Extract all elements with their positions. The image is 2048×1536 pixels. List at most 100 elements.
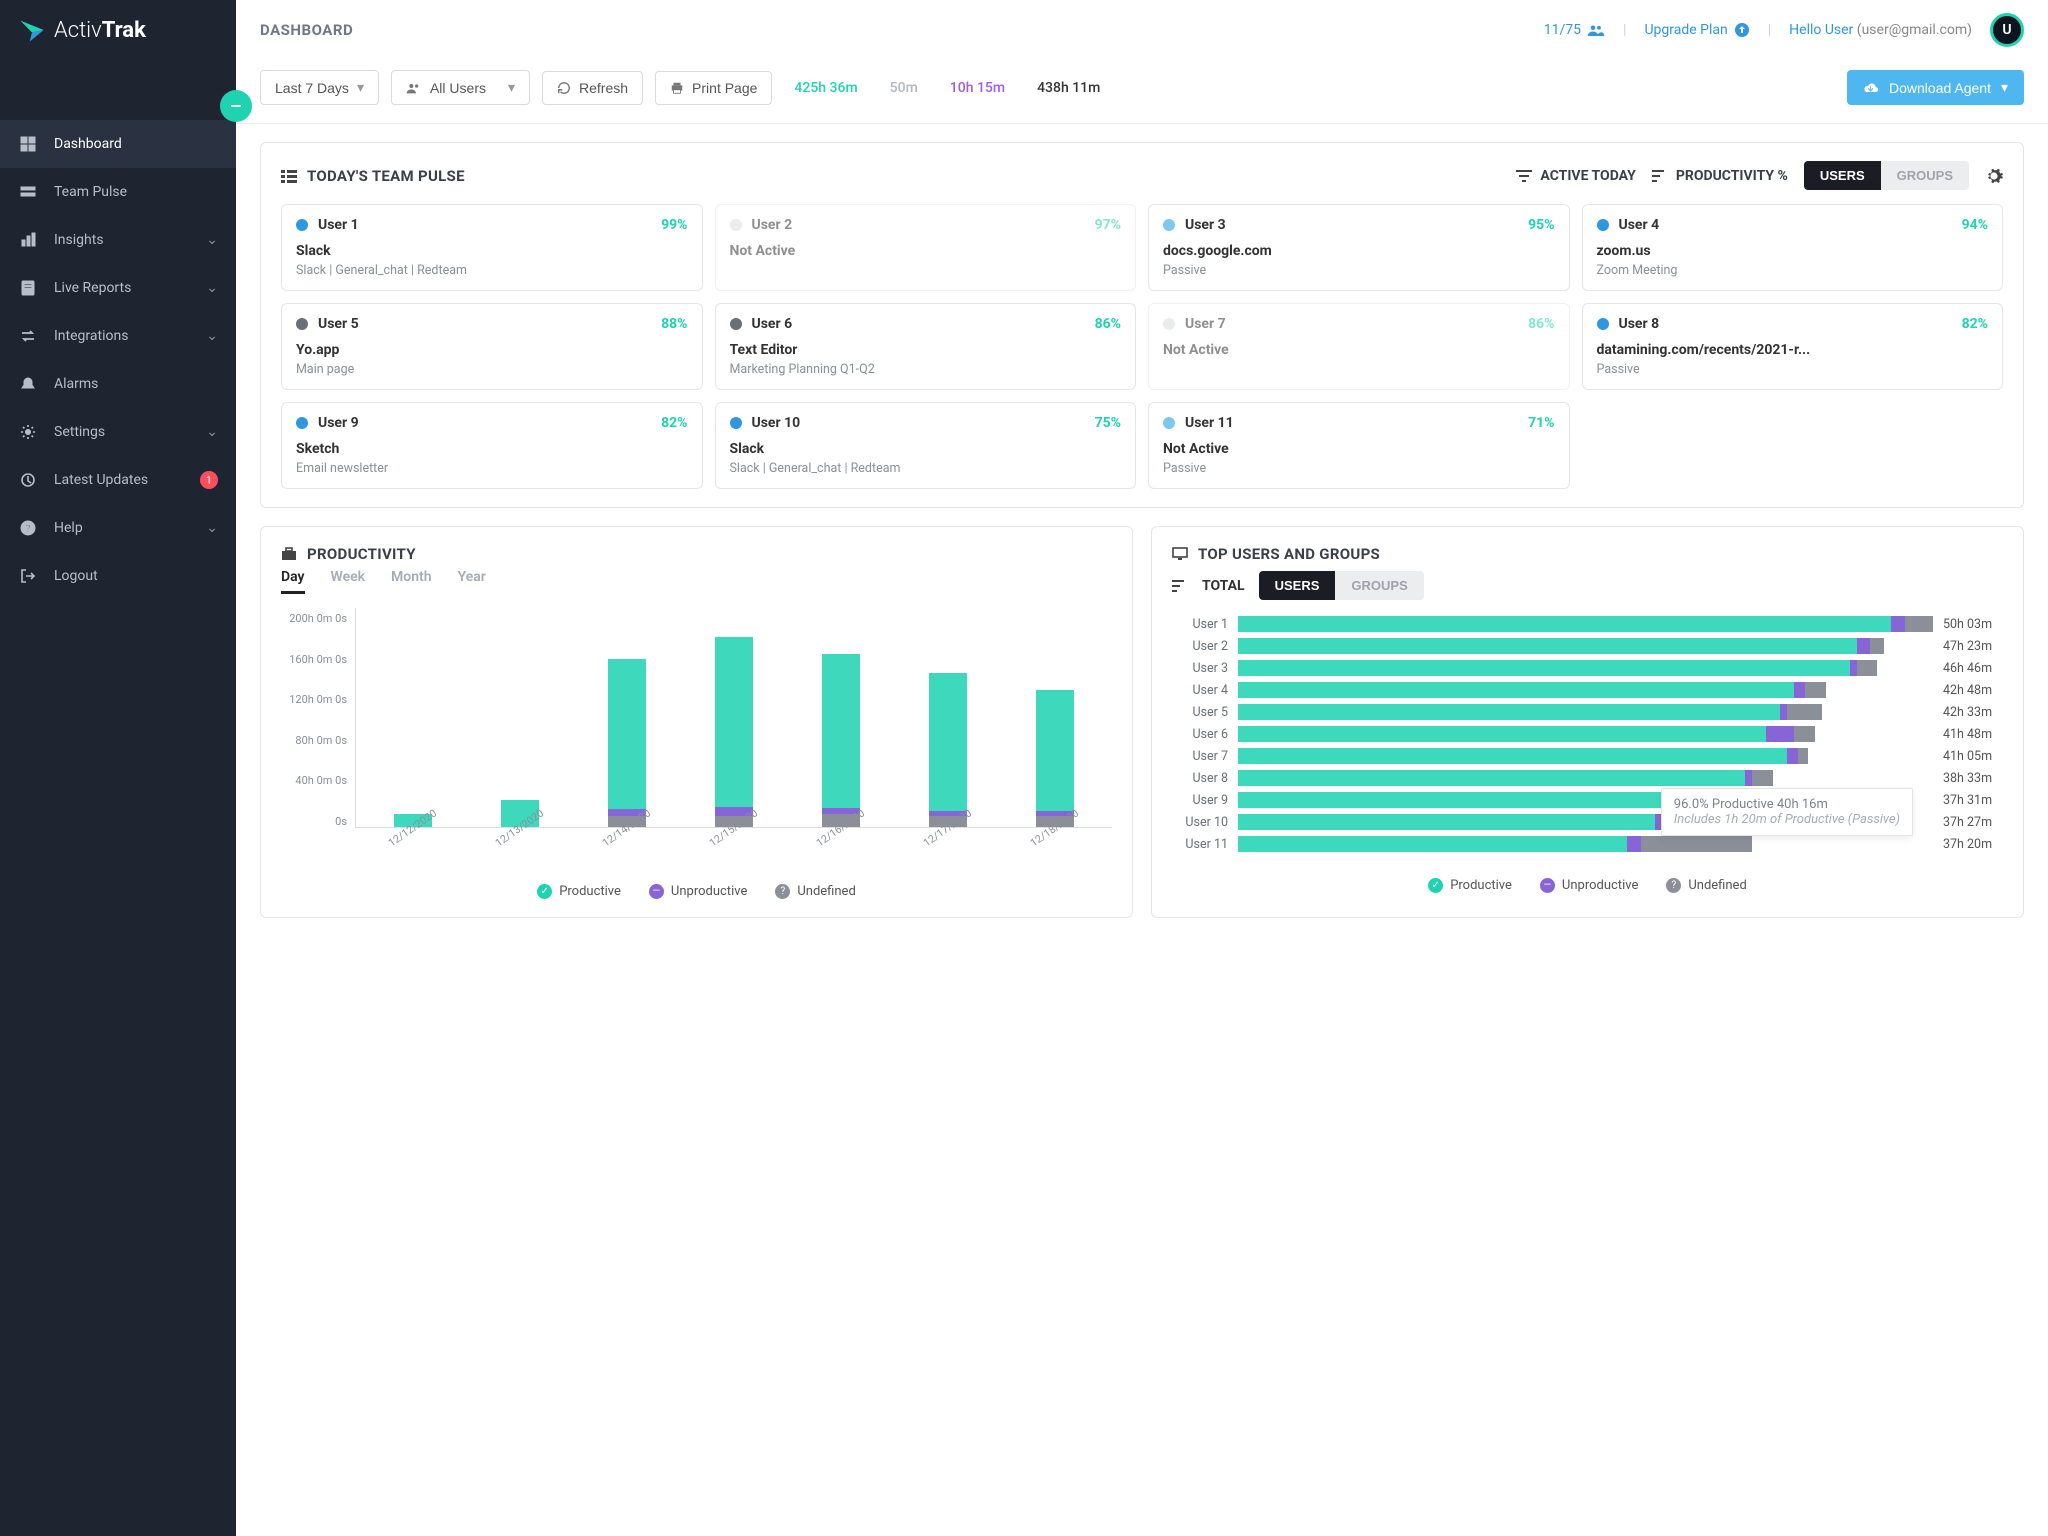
- user-card[interactable]: User 199%SlackSlack | General_chat | Red…: [281, 204, 703, 291]
- user-card[interactable]: User 982%SketchEmail newsletter: [281, 402, 703, 489]
- sidebar-item-latest-updates[interactable]: Latest Updates1: [0, 456, 236, 504]
- top-user-row[interactable]: User 542h 33m: [1172, 704, 2003, 720]
- chevron-down-icon: ⌄: [206, 424, 218, 440]
- chevron-down-icon: ⌄: [206, 520, 218, 536]
- logout-icon: [18, 566, 38, 586]
- svg-text:?: ?: [26, 524, 31, 535]
- top-user-row[interactable]: User 442h 48m: [1172, 682, 2003, 698]
- user-app: datamining.com/recents/2021-r...: [1597, 342, 1989, 358]
- user-name: User 6: [752, 316, 793, 332]
- users-icon: [1587, 23, 1605, 37]
- bar-column[interactable]: 12/15/2020: [687, 637, 780, 827]
- user-card[interactable]: User 588%Yo.appMain page: [281, 303, 703, 390]
- top-user-row[interactable]: User 1137h 20m: [1172, 836, 2003, 852]
- refresh-button[interactable]: Refresh: [542, 71, 643, 105]
- user-app: Not Active: [1163, 441, 1555, 457]
- user-card[interactable]: User 686%Text EditorMarketing Planning Q…: [715, 303, 1137, 390]
- legend-item[interactable]: ✓Productive: [1428, 878, 1512, 893]
- sidebar-collapse-button[interactable]: [220, 90, 252, 122]
- productivity-sort[interactable]: PRODUCTIVITY %: [1652, 168, 1788, 184]
- users-filter-select[interactable]: All Users▾: [391, 70, 530, 105]
- sidebar-item-help[interactable]: ?Help⌄: [0, 504, 236, 552]
- date-range-select[interactable]: Last 7 Days▾: [260, 70, 379, 105]
- updates-icon: [18, 470, 38, 490]
- bar-column[interactable]: 12/13/2020: [473, 800, 566, 828]
- productivity-panel: PRODUCTIVITY DayWeekMonthYear 200h 0m 0s…: [260, 526, 1133, 918]
- top-user-row[interactable]: User 247h 23m: [1172, 638, 2003, 654]
- legend-item[interactable]: —Unproductive: [649, 884, 747, 899]
- user-desc: Email newsletter: [296, 461, 688, 476]
- users-count-link[interactable]: 11/75: [1544, 22, 1605, 38]
- user-app: Text Editor: [730, 342, 1122, 358]
- chevron-down-icon: ⌄: [206, 280, 218, 296]
- sort-icon: [1172, 580, 1188, 592]
- status-dot: [1163, 318, 1175, 330]
- status-dot: [730, 417, 742, 429]
- user-card[interactable]: User 395%docs.google.comPassive: [1148, 204, 1570, 291]
- user-card[interactable]: User 882%datamining.com/recents/2021-r..…: [1582, 303, 2004, 390]
- top-user-row[interactable]: User 741h 05m: [1172, 748, 2003, 764]
- upgrade-plan-link[interactable]: Upgrade Plan: [1644, 22, 1749, 38]
- sidebar-item-insights[interactable]: Insights⌄: [0, 216, 236, 264]
- bar-column[interactable]: 12/17/2020: [902, 673, 995, 827]
- user-desc: Passive: [1597, 362, 1989, 377]
- sidebar-item-dashboard[interactable]: Dashboard: [0, 120, 236, 168]
- user-app: Not Active: [1163, 342, 1555, 358]
- toolbar: Last 7 Days▾ All Users▾ Refresh Print Pa…: [236, 60, 2048, 124]
- user-pct: 82%: [661, 415, 687, 431]
- sidebar-item-logout[interactable]: Logout: [0, 552, 236, 600]
- user-name: User 3: [1185, 217, 1226, 233]
- stat-unproductive: 10h 15m: [940, 72, 1015, 104]
- legend-item[interactable]: ?Undefined: [775, 884, 855, 899]
- sidebar-item-label: Settings: [54, 424, 105, 440]
- tab-year[interactable]: Year: [458, 569, 486, 594]
- tab-month[interactable]: Month: [391, 569, 432, 594]
- sidebar-item-alarms[interactable]: Alarms: [0, 360, 236, 408]
- insights-icon: [18, 230, 38, 250]
- top-users-toggle[interactable]: USERS GROUPS: [1259, 571, 1424, 600]
- sidebar-item-label: Team Pulse: [54, 184, 127, 200]
- tab-day[interactable]: Day: [281, 569, 305, 594]
- sidebar-item-settings[interactable]: Settings ⌄: [0, 408, 236, 456]
- status-dot: [1597, 318, 1609, 330]
- monitor-icon: [1172, 547, 1188, 561]
- chevron-down-icon: ⌄: [206, 232, 218, 248]
- greeting: Hello User (user@gmail.com): [1789, 22, 1972, 38]
- panel-settings-button[interactable]: [1985, 167, 2003, 185]
- user-card[interactable]: User 1171%Not ActivePassive: [1148, 402, 1570, 489]
- legend-item[interactable]: —Unproductive: [1540, 878, 1638, 893]
- sidebar-item-label: Dashboard: [54, 136, 122, 152]
- pulse-icon: [18, 182, 38, 202]
- download-agent-button[interactable]: Download Agent▾: [1847, 70, 2024, 105]
- bar-column[interactable]: 12/16/2020: [795, 654, 888, 827]
- chart-tooltip: 96.0% Productive 40h 16m Includes 1h 20m…: [1661, 788, 1913, 836]
- print-button[interactable]: Print Page: [655, 71, 772, 105]
- sidebar-item-team-pulse[interactable]: Team Pulse: [0, 168, 236, 216]
- top-user-row[interactable]: User 641h 48m: [1172, 726, 2003, 742]
- user-card[interactable]: User 297%Not Active: [715, 204, 1137, 291]
- top-user-row[interactable]: User 838h 33m: [1172, 770, 2003, 786]
- legend-item[interactable]: ?Undefined: [1666, 878, 1746, 893]
- bar-column[interactable]: 12/18/2020: [1009, 690, 1102, 828]
- sidebar-item-integrations[interactable]: Integrations⌄: [0, 312, 236, 360]
- sidebar-item-live-reports[interactable]: Live Reports⌄: [0, 264, 236, 312]
- total-label: TOTAL: [1202, 578, 1245, 594]
- stat-undefined: 50m: [880, 72, 928, 104]
- top-user-row[interactable]: User 150h 03m: [1172, 616, 2003, 632]
- avatar[interactable]: U: [1990, 13, 2024, 47]
- user-card[interactable]: User 494%zoom.usZoom Meeting: [1582, 204, 2004, 291]
- active-today-filter[interactable]: ACTIVE TODAY: [1516, 168, 1635, 184]
- bar-column[interactable]: 12/14/2020: [580, 659, 673, 827]
- help-icon: ?: [18, 518, 38, 538]
- user-card[interactable]: User 1075%SlackSlack | General_chat | Re…: [715, 402, 1137, 489]
- user-app: Yo.app: [296, 342, 688, 358]
- tab-week[interactable]: Week: [331, 569, 366, 594]
- upgrade-icon: [1734, 22, 1750, 38]
- user-name: User 5: [318, 316, 359, 332]
- users-groups-toggle[interactable]: USERS GROUPS: [1804, 161, 1969, 190]
- top-user-row[interactable]: User 346h 46m: [1172, 660, 2003, 676]
- bar-column[interactable]: 12/12/2020: [366, 814, 459, 827]
- legend-item[interactable]: ✓Productive: [537, 884, 621, 899]
- user-card[interactable]: User 786%Not Active: [1148, 303, 1570, 390]
- user-pct: 95%: [1528, 217, 1554, 233]
